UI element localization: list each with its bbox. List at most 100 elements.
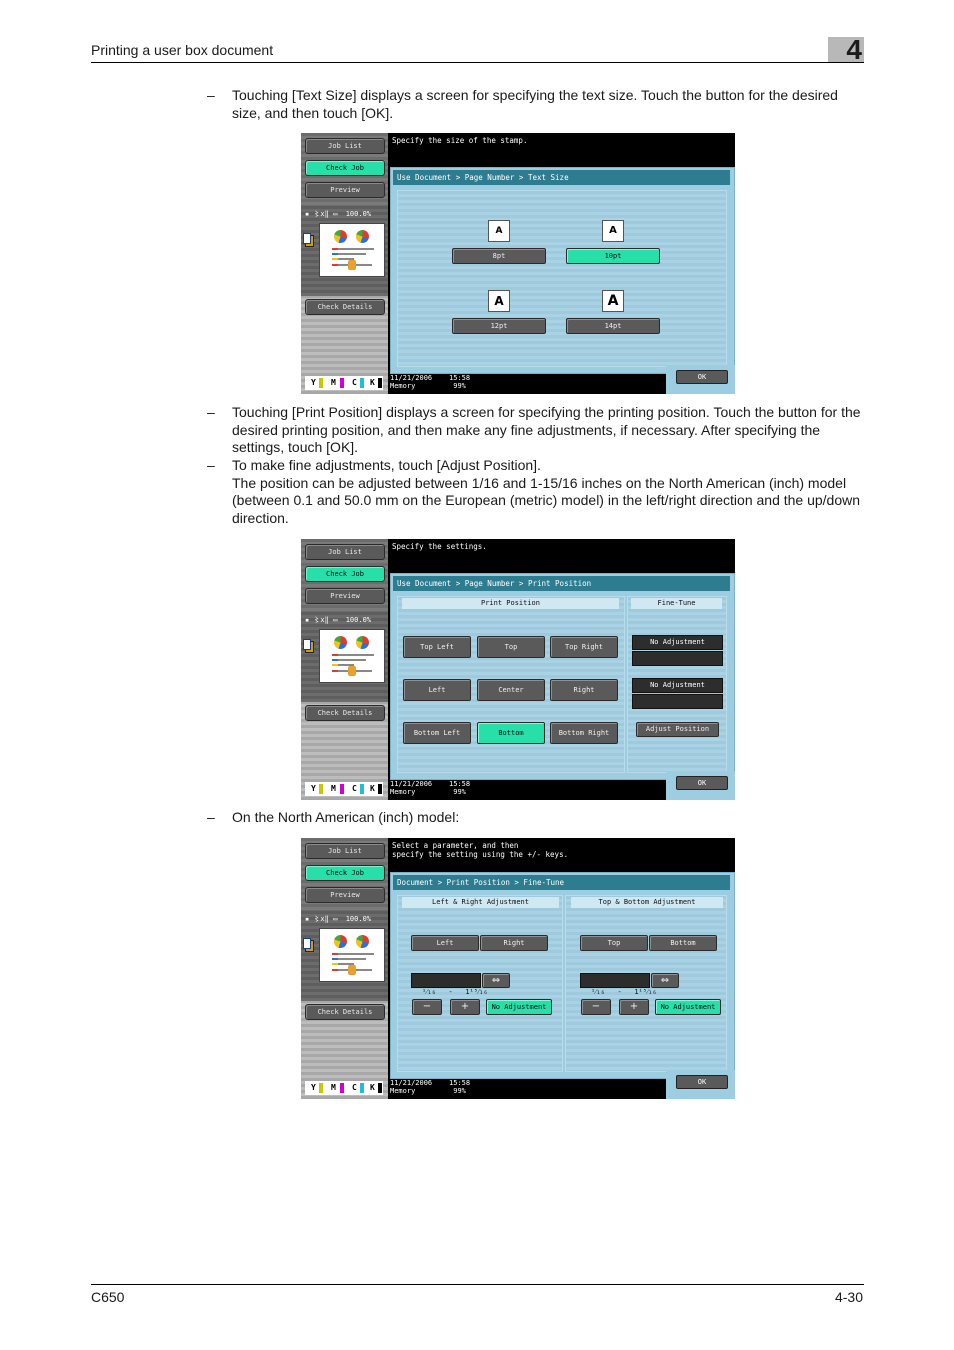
toner-bar-k xyxy=(378,378,382,388)
document-icon xyxy=(303,233,314,247)
screen-message: Specify the size of the stamp. xyxy=(392,136,528,145)
toner-bar-y xyxy=(319,784,323,794)
status-bar: 11/21/2006 15:58 Memory 99% xyxy=(390,1079,470,1095)
bullet-dash: – xyxy=(207,87,215,103)
position-bottom-button[interactable]: Bottom xyxy=(477,722,545,744)
preview-thumbnail xyxy=(319,629,385,683)
paragraph-text: On the North American (inch) model: xyxy=(232,809,460,825)
preview-button[interactable]: Preview xyxy=(305,588,385,604)
adjust-position-button[interactable]: Adjust Position xyxy=(636,722,719,737)
size-12pt-button[interactable]: 12pt xyxy=(452,318,546,334)
check-job-button[interactable]: Check Job xyxy=(305,160,385,176)
instruction-adjust-position: – To make fine adjustments, touch [Adjus… xyxy=(207,457,867,527)
paragraph-text: Touching [Print Position] displays a scr… xyxy=(232,404,861,456)
check-details-button[interactable]: Check Details xyxy=(305,705,385,721)
pie-chart-icon xyxy=(334,230,347,243)
check-details-button[interactable]: Check Details xyxy=(305,1004,385,1020)
fine-tune-lr-value: No Adjustment xyxy=(632,635,723,650)
memory-label: Memory xyxy=(390,1087,416,1095)
adjust-top-button[interactable]: Top xyxy=(580,935,648,951)
breadcrumb: Document > Print Position > Fine-Tune xyxy=(393,875,730,890)
toner-label-c: C xyxy=(352,378,357,387)
ok-button[interactable]: OK xyxy=(676,370,728,384)
bullet-dash: – xyxy=(207,404,215,420)
toner-label-y: Y xyxy=(311,784,316,793)
toner-bar-m xyxy=(340,784,344,794)
memory-value: 99% xyxy=(453,1087,466,1095)
toner-bar-m xyxy=(340,1083,344,1093)
status-bar: 11/21/2006 15:58 Memory 99% xyxy=(390,780,470,796)
size-10pt-button[interactable]: 10pt xyxy=(566,248,660,264)
lr-no-adjustment-button[interactable]: No Adjustment xyxy=(486,999,552,1015)
status-date: 11/21/2006 xyxy=(390,780,433,788)
zoom-readout: ▪ 〻x‖ ▭ 100.0% xyxy=(305,915,372,923)
position-right-button[interactable]: Right xyxy=(550,679,618,701)
lr-adjustment-heading: Left & Right Adjustment xyxy=(402,897,559,908)
size-8pt-button[interactable]: 8pt xyxy=(452,248,546,264)
document-icon xyxy=(303,639,314,653)
tb-minus-button[interactable]: − xyxy=(581,999,611,1015)
lr-minus-button[interactable]: − xyxy=(412,999,442,1015)
position-top-right-button[interactable]: Top Right xyxy=(550,636,618,658)
job-list-button[interactable]: Job List xyxy=(305,544,385,560)
preview-button[interactable]: Preview xyxy=(305,887,385,903)
lr-plus-button[interactable]: + xyxy=(450,999,480,1015)
tb-plus-button[interactable]: + xyxy=(619,999,649,1015)
check-job-button[interactable]: Check Job xyxy=(305,865,385,881)
toner-label-k: K xyxy=(370,1083,375,1092)
toner-label-k: K xyxy=(370,378,375,387)
toner-label-y: Y xyxy=(311,378,316,387)
check-details-button[interactable]: Check Details xyxy=(305,299,385,315)
tb-adjustment-heading: Top & Bottom Adjustment xyxy=(571,897,723,908)
screenshot-text-size: Job List Check Job Preview ▪ 〻x‖ ▭ 100.0… xyxy=(301,133,735,394)
sample-10pt-icon: A xyxy=(602,220,624,242)
lr-swap-icon[interactable]: ⇔ xyxy=(482,973,510,988)
adjust-bottom-button[interactable]: Bottom xyxy=(649,935,717,951)
paragraph-text: Touching [Text Size] displays a screen f… xyxy=(232,87,838,121)
check-job-button[interactable]: Check Job xyxy=(305,566,385,582)
bullet-dash: – xyxy=(207,457,215,473)
status-date: 11/21/2006 xyxy=(390,374,433,382)
position-bottom-left-button[interactable]: Bottom Left xyxy=(403,722,471,744)
ok-button[interactable]: OK xyxy=(676,1075,728,1089)
zoom-readout: ▪ 〻x‖ ▭ 100.0% xyxy=(305,210,372,218)
position-top-button[interactable]: Top xyxy=(477,636,545,658)
stamp-icon xyxy=(348,666,356,676)
preview-button[interactable]: Preview xyxy=(305,182,385,198)
job-list-button[interactable]: Job List xyxy=(305,138,385,154)
instruction-text-size: – Touching [Text Size] displays a screen… xyxy=(207,87,867,122)
print-position-heading: Print Position xyxy=(402,598,619,609)
position-top-left-button[interactable]: Top Left xyxy=(403,636,471,658)
ok-button[interactable]: OK xyxy=(676,776,728,790)
pie-chart-icon xyxy=(356,935,369,948)
toner-bar-m xyxy=(340,378,344,388)
adjust-left-button[interactable]: Left xyxy=(411,935,479,951)
breadcrumb: Use Document > Page Number > Print Posit… xyxy=(393,576,730,591)
position-left-button[interactable]: Left xyxy=(403,679,471,701)
breadcrumb: Use Document > Page Number > Text Size xyxy=(393,170,730,185)
main-panel: Use Document > Page Number > Text Size A… xyxy=(390,167,735,374)
status-bar: 11/21/2006 15:58 Memory 99% xyxy=(390,374,470,390)
pie-chart-icon xyxy=(334,935,347,948)
position-center-button[interactable]: Center xyxy=(477,679,545,701)
toner-bar-c xyxy=(360,784,364,794)
tb-no-adjustment-button[interactable]: No Adjustment xyxy=(655,999,721,1015)
footer-page-number: 4-30 xyxy=(834,1289,863,1305)
preview-thumbnail xyxy=(319,223,385,277)
fine-tune-lr-extra xyxy=(632,651,723,666)
toner-bar-k xyxy=(378,784,382,794)
tb-swap-icon[interactable]: ⇔ xyxy=(651,973,679,988)
stamp-icon xyxy=(348,260,356,270)
job-list-button[interactable]: Job List xyxy=(305,843,385,859)
pie-chart-icon xyxy=(356,230,369,243)
size-14pt-button[interactable]: 14pt xyxy=(566,318,660,334)
footer-model: C650 xyxy=(91,1289,125,1305)
toner-label-m: M xyxy=(331,784,336,793)
footer-rule xyxy=(91,1284,864,1285)
adjust-right-button[interactable]: Right xyxy=(480,935,548,951)
toner-bar-c xyxy=(360,378,364,388)
pie-chart-icon xyxy=(334,636,347,649)
running-header-title: Printing a user box document xyxy=(91,42,274,58)
paragraph-text-detail: The position can be adjusted between 1/1… xyxy=(232,474,861,526)
position-bottom-right-button[interactable]: Bottom Right xyxy=(550,722,618,744)
